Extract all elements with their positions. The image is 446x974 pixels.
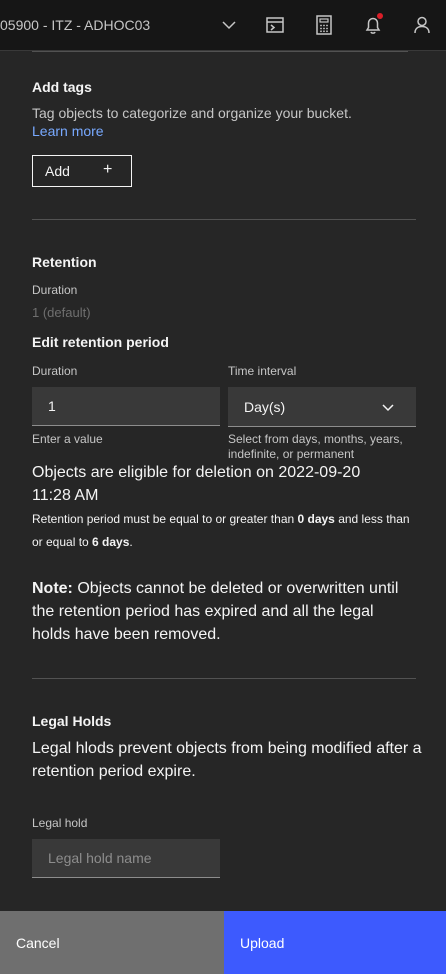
tags-description: Tag objects to categorize and organize y… [32, 105, 352, 121]
terminal-icon[interactable] [263, 13, 287, 37]
legal-hold-label: Legal hold [32, 816, 88, 830]
notification-icon[interactable] [361, 13, 385, 37]
section-divider [32, 219, 416, 220]
range-prefix: Retention period must be equal to or gre… [32, 512, 298, 526]
time-interval-select[interactable]: Day(s) [228, 387, 416, 427]
time-interval-label: Time interval [228, 364, 297, 378]
retention-title: Retention [32, 254, 97, 270]
range-min: 0 days [297, 512, 335, 526]
add-tag-label: Add [45, 163, 70, 179]
notification-badge [377, 13, 383, 19]
legal-holds-title: Legal Holds [32, 713, 112, 729]
upload-button[interactable]: Upload [224, 911, 446, 974]
chevron-down-icon[interactable] [217, 13, 241, 37]
range-suffix: . [129, 535, 133, 549]
time-interval-value: Day(s) [244, 399, 286, 415]
duration-helper: Enter a value [32, 432, 103, 446]
section-divider [32, 678, 416, 679]
retention-range-text: Retention period must be equal to or gre… [32, 508, 422, 554]
learn-more-link[interactable]: Learn more [32, 123, 104, 139]
cancel-button-label: Cancel [16, 935, 60, 951]
retention-duration-value: 1 (default) [32, 305, 91, 320]
duration-input[interactable] [32, 387, 220, 426]
chevron-down-icon [380, 399, 396, 415]
calculator-icon[interactable] [312, 13, 336, 37]
eligible-deletion-text: Objects are eligible for deletion on 202… [32, 464, 361, 504]
range-max: 6 days [92, 535, 130, 549]
retention-duration-label: Duration [32, 283, 78, 297]
plus-icon: + [103, 161, 113, 178]
account-selector-label[interactable]: 05900 - ITZ - ADHOC03 [0, 0, 150, 50]
edit-retention-title: Edit retention period [32, 334, 169, 350]
edit-duration-label: Duration [32, 364, 78, 378]
note-text: Objects cannot be deleted or overwritten… [32, 580, 399, 643]
note-label: Note: [32, 580, 73, 597]
tags-title: Add tags [32, 79, 92, 95]
cancel-button[interactable]: Cancel [0, 911, 224, 974]
user-icon[interactable] [410, 13, 434, 37]
add-tag-button[interactable]: Add + [32, 155, 132, 187]
retention-note: Note: Objects cannot be deleted or overw… [32, 577, 410, 646]
section-divider [32, 51, 408, 52]
legal-holds-description: Legal hlods prevent objects from being m… [32, 740, 422, 780]
legal-hold-input[interactable] [32, 839, 220, 878]
top-bar: 05900 - ITZ - ADHOC03 [0, 0, 446, 51]
time-interval-helper: Select from days, months, years, indefin… [228, 432, 403, 461]
upload-button-label: Upload [240, 935, 285, 951]
